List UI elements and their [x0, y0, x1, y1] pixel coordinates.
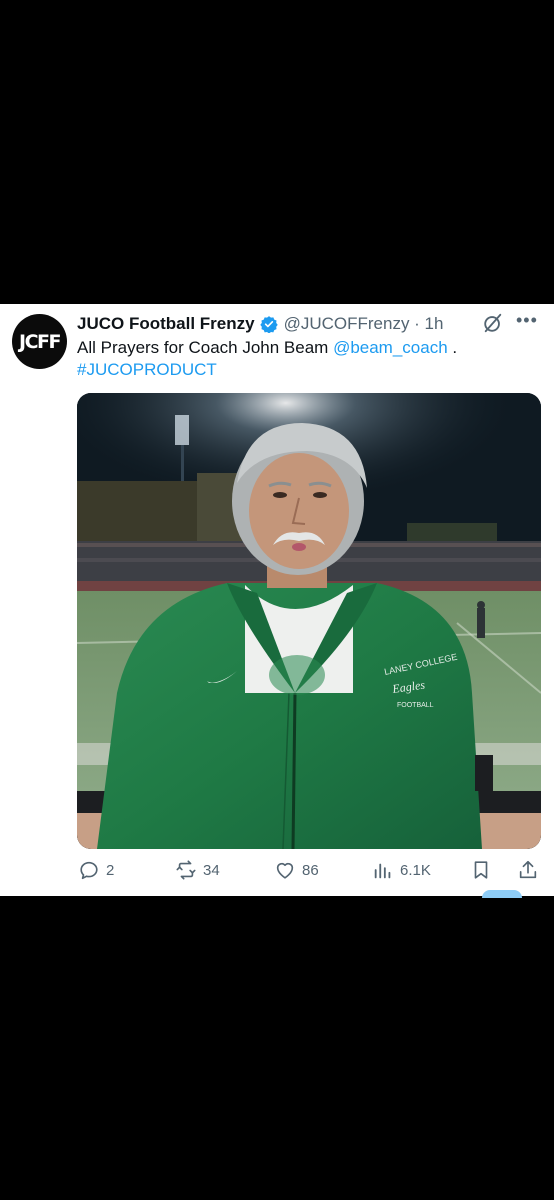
bookmark-button[interactable]	[470, 859, 492, 881]
more-icon[interactable]: •••	[516, 310, 538, 331]
like-button[interactable]: 86	[274, 859, 319, 881]
hashtag-link[interactable]: #JUCOPRODUCT	[77, 360, 217, 379]
coach-photo: LANEY COLLEGE Eagles FOOTBALL	[77, 393, 541, 849]
reply-icon	[80, 861, 98, 880]
repost-icon	[176, 860, 196, 880]
action-bar: 2 34 86 6.1K	[0, 859, 554, 885]
tweet-text: All Prayers for Coach John Beam @beam_co…	[77, 337, 537, 381]
verified-badge-icon	[259, 316, 278, 333]
share-icon	[519, 860, 537, 879]
bookmark-icon	[474, 861, 488, 879]
avatar[interactable]: JCFF	[12, 314, 67, 369]
reply-button[interactable]: 2	[78, 859, 114, 881]
handle-and-time[interactable]: @JUCOFFrenzy · 1h	[284, 314, 444, 334]
reply-count: 2	[106, 861, 115, 879]
tweet-body-end: .	[447, 338, 458, 357]
tweet-header: JUCO Football Frenzy @JUCOFFrenzy · 1h	[77, 312, 536, 336]
mention-link[interactable]: @beam_coach	[333, 338, 448, 357]
tweet-photo[interactable]: LANEY COLLEGE Eagles FOOTBALL	[77, 393, 541, 849]
views-icon	[374, 863, 391, 879]
repost-count: 34	[203, 861, 220, 879]
floating-button-edge[interactable]	[482, 890, 522, 898]
jacket-text-football: FOOTBALL	[397, 702, 434, 709]
tweet-card[interactable]: JCFF JUCO Football Frenzy @JUCOFFrenzy ·…	[0, 304, 554, 898]
share-button[interactable]	[517, 859, 539, 881]
display-name[interactable]: JUCO Football Frenzy	[77, 314, 255, 334]
views-button[interactable]: 6.1K	[372, 859, 431, 881]
views-count: 6.1K	[400, 861, 431, 879]
grok-icon[interactable]	[482, 312, 504, 334]
tweet-body: All Prayers for Coach John Beam	[77, 338, 334, 357]
like-icon	[276, 862, 294, 879]
repost-button[interactable]: 34	[175, 859, 220, 881]
like-count: 86	[302, 861, 319, 879]
